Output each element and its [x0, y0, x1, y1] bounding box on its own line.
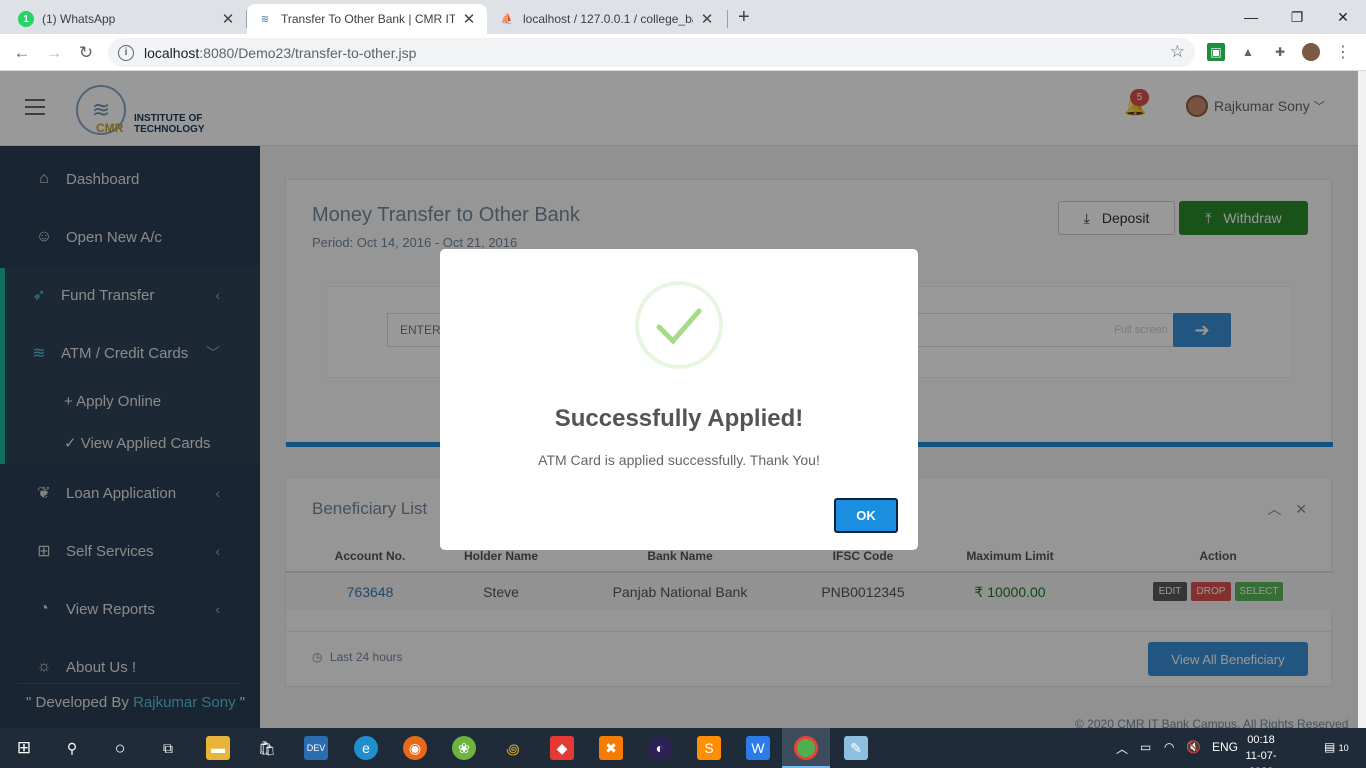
tab-whatsapp[interactable]: 1 (1) WhatsApp ✕: [8, 4, 246, 34]
ok-button[interactable]: OK: [834, 498, 898, 533]
close-window-icon[interactable]: ✕: [1320, 0, 1366, 34]
chrome-icon[interactable]: [794, 736, 818, 760]
wps-writer-icon[interactable]: W: [746, 736, 770, 760]
success-dialog: Successfully Applied! ATM Card is applie…: [440, 249, 918, 550]
sublime-icon[interactable]: S: [697, 736, 721, 760]
drive-extension-icon[interactable]: ▲: [1239, 43, 1257, 61]
clock-date: 11-07-2020: [1245, 750, 1277, 768]
classroom-extension-icon[interactable]: ▣: [1207, 43, 1225, 61]
file-explorer-icon[interactable]: ▬: [206, 736, 230, 760]
eclipse-icon[interactable]: ◐: [648, 736, 672, 760]
windows-start-icon[interactable]: ⊞: [12, 736, 36, 760]
store-icon[interactable]: 🛍: [255, 736, 279, 760]
forward-icon[interactable]: →: [42, 41, 66, 65]
xampp-icon[interactable]: ✖: [599, 736, 623, 760]
edge-icon[interactable]: e: [354, 736, 378, 760]
tab-separator: [727, 10, 728, 28]
devcpp-icon[interactable]: DEV: [304, 736, 328, 760]
swirl-app-icon[interactable]: ꩜: [501, 736, 525, 760]
system-clock[interactable]: 00:18 11-07-2020: [1236, 732, 1286, 768]
profile-avatar-icon[interactable]: [1302, 43, 1320, 61]
browser-tab-bar: 1 (1) WhatsApp ✕ ≋ Transfer To Other Ban…: [0, 0, 1366, 34]
search-icon[interactable]: ⚲: [60, 736, 84, 760]
url-text[interactable]: localhost:8080/Demo23/transfer-to-other.…: [144, 45, 416, 61]
tab-title: localhost / 127.0.0.1 / college_ba: [523, 12, 693, 26]
reload-icon[interactable]: ↻: [74, 41, 98, 65]
anydesk-icon[interactable]: ◆: [550, 736, 574, 760]
dialog-title: Successfully Applied!: [554, 405, 804, 432]
tab-phpmyadmin[interactable]: ⛵ localhost / 127.0.0.1 / college_ba ✕: [489, 4, 725, 34]
phpmyadmin-icon: ⛵: [500, 13, 514, 25]
close-tab-icon[interactable]: ✕: [699, 10, 715, 28]
page-scrollbar[interactable]: [1358, 71, 1366, 728]
firefox-icon[interactable]: ◉: [403, 736, 427, 760]
task-view-icon[interactable]: ⧉: [156, 736, 180, 760]
wifi-icon[interactable]: ◠: [1164, 740, 1174, 754]
address-bar[interactable]: i localhost:8080/Demo23/transfer-to-othe…: [108, 38, 1195, 67]
notepad-icon[interactable]: ✎: [844, 736, 868, 760]
bookmark-star-icon[interactable]: ☆: [1170, 42, 1185, 62]
success-check-icon: [635, 281, 723, 369]
clock-time: 00:18: [1247, 734, 1275, 746]
notification-center-icon[interactable]: ▤ 10: [1324, 740, 1349, 754]
info-icon[interactable]: i: [118, 44, 134, 61]
swan-logo-icon: ≋: [260, 13, 270, 25]
whatsapp-icon: 1: [18, 11, 34, 27]
spring-icon[interactable]: ❀: [452, 736, 476, 760]
cortana-icon[interactable]: ○: [108, 736, 132, 760]
dialog-message: ATM Card is applied successfully. Thank …: [538, 452, 820, 468]
minimize-icon[interactable]: —: [1228, 0, 1274, 34]
language-indicator[interactable]: ENG: [1212, 740, 1238, 754]
volume-muted-icon[interactable]: 🔇: [1186, 740, 1201, 754]
windows-taskbar: ⊞ ⚲ ○ ⧉ ▬ 🛍 DEV e ◉ ❀ ꩜ ◆ ✖ ◐ S W ✎ ︿ ▭ …: [0, 728, 1366, 768]
back-icon[interactable]: ←: [10, 41, 34, 65]
battery-icon[interactable]: ▭: [1140, 740, 1151, 754]
show-hidden-icons[interactable]: ︿: [1116, 740, 1128, 757]
extensions-puzzle-icon[interactable]: ✚: [1271, 43, 1289, 61]
tab-title: Transfer To Other Bank | CMR IT C: [281, 12, 455, 26]
restore-icon[interactable]: ❐: [1274, 0, 1320, 34]
more-menu-icon[interactable]: ⋮: [1334, 43, 1352, 61]
close-tab-icon[interactable]: ✕: [461, 10, 477, 28]
tab-transfer[interactable]: ≋ Transfer To Other Bank | CMR IT C ✕: [247, 4, 487, 34]
tab-title: (1) WhatsApp: [42, 12, 116, 26]
browser-toolbar: ← → ↻ i localhost:8080/Demo23/transfer-t…: [0, 34, 1366, 71]
new-tab-icon[interactable]: +: [738, 6, 750, 29]
close-tab-icon[interactable]: ✕: [220, 10, 236, 28]
